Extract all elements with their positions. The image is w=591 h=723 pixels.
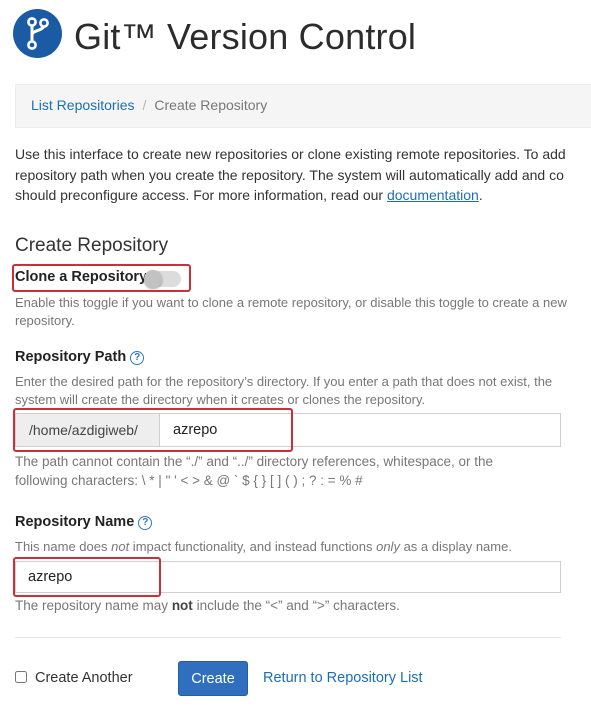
intro-text: Use this interface to create new reposit…	[15, 144, 591, 206]
section-title: Create Repository	[15, 235, 169, 256]
repository-name-label: Repository Name	[15, 514, 135, 530]
documentation-link[interactable]: documentation	[387, 187, 479, 203]
create-another-label: Create Another	[35, 670, 133, 686]
repository-name-help: This name does not impact functionality,…	[15, 538, 585, 556]
path-note-line-2: following characters: \ * | " ' < > & @ …	[15, 473, 363, 488]
name-note-bold: not	[171, 598, 193, 613]
name-help-emphasis: not	[111, 539, 130, 554]
path-restriction-note: The path cannot contain the “./” and “..…	[15, 452, 575, 490]
question-circle-icon[interactable]: ?	[138, 516, 153, 530]
repository-path-help: Enter the desired path for the repositor…	[15, 374, 553, 407]
create-another-option[interactable]: Create Another	[15, 670, 133, 686]
breadcrumb-current: Create Repository	[154, 97, 268, 113]
intro-line-1: Use this interface to create new reposit…	[15, 146, 566, 162]
name-help-emphasis: only	[376, 539, 400, 554]
breadcrumb-list-repositories[interactable]: List Repositories	[31, 97, 135, 113]
git-logo	[13, 9, 62, 58]
breadcrumb: List Repositories / Create Repository	[15, 84, 591, 128]
name-help-part: as a display name.	[399, 539, 512, 554]
return-to-list-link[interactable]: Return to Repository List	[263, 670, 423, 686]
intro-period: .	[478, 187, 483, 203]
name-highlight-box	[13, 557, 161, 597]
name-note-part: include the “<” and “>” characters.	[192, 598, 400, 613]
clone-highlight-box	[12, 264, 191, 292]
name-help-part: This name does	[15, 539, 112, 554]
question-circle-icon[interactable]: ?	[130, 351, 145, 365]
breadcrumb-separator: /	[142, 97, 147, 113]
divider	[15, 637, 561, 638]
path-highlight-box	[13, 408, 293, 452]
name-restriction-note: The repository name may not include the …	[15, 598, 400, 613]
path-note-line-1: The path cannot contain the “./” and “..…	[15, 454, 493, 469]
page-title: Git™ Version Control	[74, 16, 417, 57]
intro-line-2: repository path when you create the repo…	[15, 166, 564, 183]
clone-help-text: Enable this toggle if you want to clone …	[15, 295, 567, 328]
intro-line-3: should preconfigure access. For more inf…	[15, 187, 387, 203]
repository-path-label: Repository Path	[15, 349, 127, 365]
name-help-part: impact functionality, and instead functi…	[129, 539, 377, 554]
git-branch-icon	[27, 17, 49, 50]
name-note-part: The repository name may	[15, 598, 172, 613]
create-button[interactable]: Create	[178, 661, 248, 696]
create-another-checkbox[interactable]	[15, 671, 27, 683]
